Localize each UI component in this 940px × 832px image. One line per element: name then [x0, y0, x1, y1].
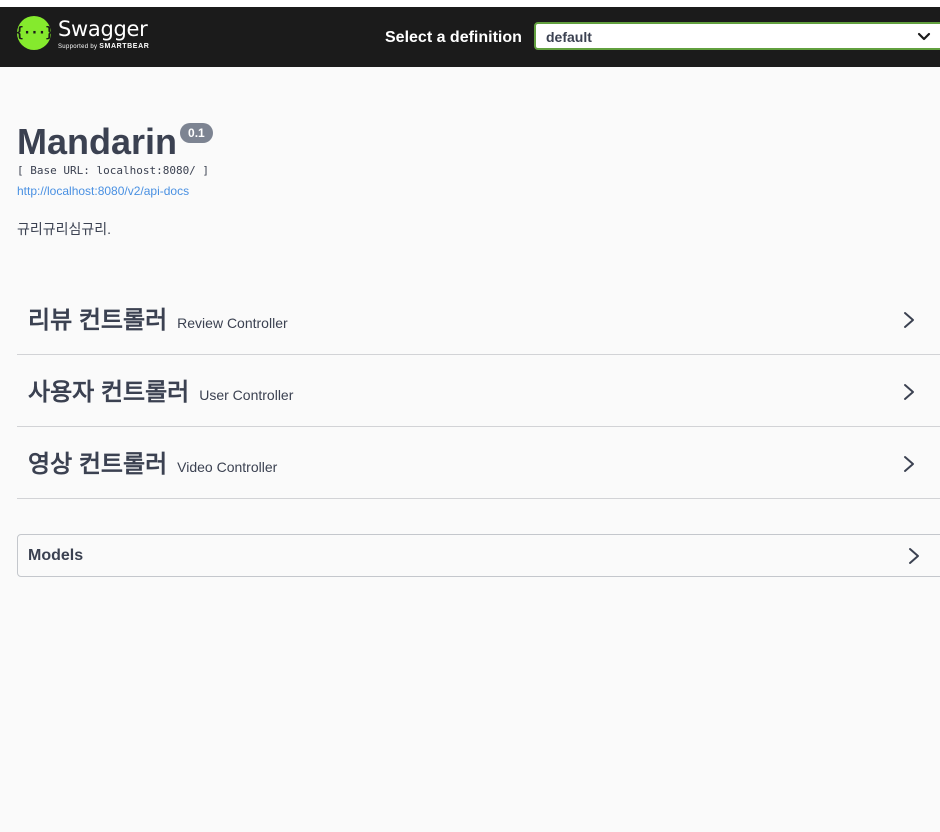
- tag-name-line: 사용자 컨트롤러 User Controller: [28, 377, 293, 411]
- tag-user-controller[interactable]: 사용자 컨트롤러 User Controller: [17, 355, 940, 427]
- tag-name: 사용자 컨트롤러: [28, 379, 190, 406]
- tag-description: Review Controller: [177, 315, 288, 331]
- logo-subtitle: Supported by SMARTBEAR: [58, 43, 149, 51]
- title-row: Mandarin 0.1: [17, 120, 213, 164]
- tag-video-controller[interactable]: 영상 컨트롤러 Video Controller: [17, 427, 940, 499]
- base-url: [ Base URL: localhost:8080/ ]: [17, 164, 210, 177]
- chevron-down-icon: [917, 32, 931, 41]
- chevron-right-icon[interactable]: [902, 454, 916, 474]
- tag-name: 영상 컨트롤러: [28, 451, 168, 478]
- topbar: {···} Swagger Supported by SMARTBEAR Sel…: [0, 7, 940, 67]
- logo-text: Swagger Supported by SMARTBEAR: [58, 16, 149, 51]
- tag-name: 리뷰 컨트롤러: [28, 307, 168, 334]
- api-info: Mandarin 0.1 [ Base URL: localhost:8080/…: [17, 120, 213, 238]
- tag-name-line: 리뷰 컨트롤러 Review Controller: [28, 305, 288, 339]
- logo-sub-prefix: Supported by: [58, 44, 98, 50]
- tag-name-line: 영상 컨트롤러 Video Controller: [28, 449, 277, 483]
- tag-description: User Controller: [199, 387, 294, 403]
- api-description: 규리규리심규리.: [17, 221, 112, 237]
- models-section[interactable]: Models: [17, 534, 940, 577]
- top-gap: [0, 0, 940, 7]
- definition-select[interactable]: default: [534, 22, 940, 50]
- tag-description: Video Controller: [177, 459, 278, 475]
- api-docs-link[interactable]: http://localhost:8080/v2/api-docs: [17, 183, 213, 199]
- definition-select-value: default: [546, 29, 592, 45]
- models-label: Models: [28, 547, 84, 564]
- page-title: Mandarin: [17, 121, 178, 162]
- swagger-logo[interactable]: {···} Swagger Supported by SMARTBEAR: [15, 16, 149, 51]
- logo-name: Swagger: [58, 17, 148, 41]
- select-definition-label: Select a definition: [385, 29, 522, 46]
- tag-list: 리뷰 컨트롤러 Review Controller 사용자 컨트롤러 User Co…: [17, 283, 940, 499]
- chevron-right-icon[interactable]: [902, 310, 916, 330]
- swagger-logo-icon: {···}: [15, 16, 54, 50]
- tag-review-controller[interactable]: 리뷰 컨트롤러 Review Controller: [17, 283, 940, 355]
- version-badge: 0.1: [180, 123, 213, 143]
- chevron-right-icon[interactable]: [902, 382, 916, 402]
- logo-sub-brand: SMARTBEAR: [99, 43, 150, 50]
- chevron-right-icon[interactable]: [907, 546, 921, 566]
